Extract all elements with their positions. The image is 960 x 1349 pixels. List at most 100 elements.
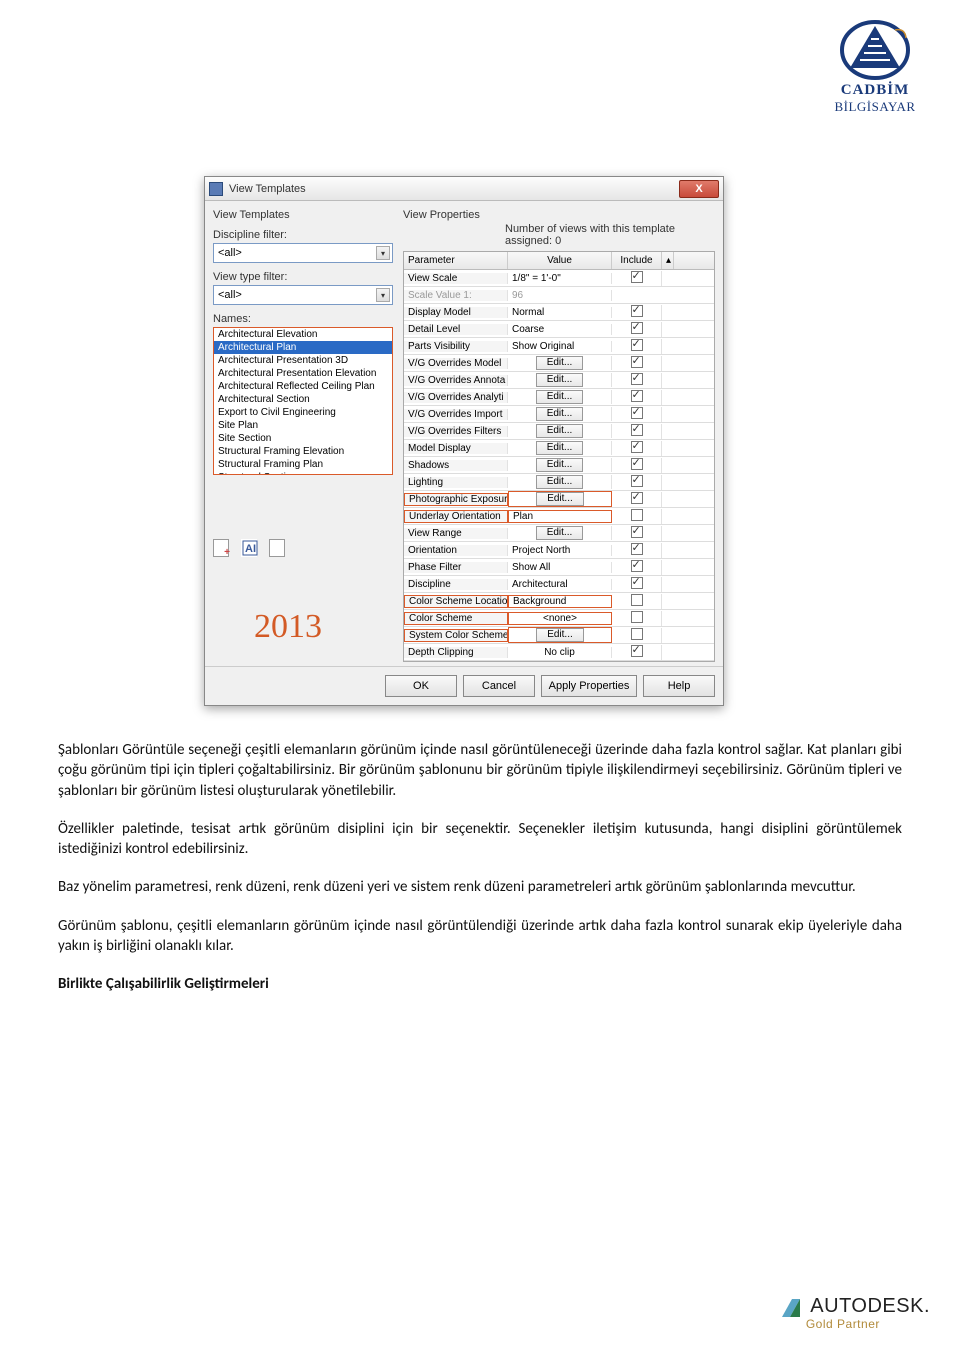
include-checkbox[interactable]: [631, 373, 643, 385]
value-cell[interactable]: Show All: [508, 562, 612, 573]
include-cell[interactable]: [612, 577, 662, 592]
edit-button[interactable]: Edit...: [536, 373, 584, 387]
delete-template-button[interactable]: AI: [241, 539, 257, 557]
include-cell[interactable]: [612, 492, 662, 507]
include-checkbox[interactable]: [631, 441, 643, 453]
edit-button[interactable]: Edit...: [536, 628, 584, 642]
value-cell[interactable]: Edit...: [508, 424, 612, 438]
include-checkbox[interactable]: [631, 356, 643, 368]
include-cell[interactable]: [612, 628, 662, 643]
include-checkbox[interactable]: [631, 458, 643, 470]
include-checkbox[interactable]: [631, 305, 643, 317]
value-cell[interactable]: Edit...: [508, 356, 612, 370]
list-item[interactable]: Structural Framing Plan: [214, 458, 392, 471]
value-cell[interactable]: 1/8" = 1'-0": [508, 273, 612, 284]
value-cell[interactable]: Edit...: [508, 491, 612, 507]
discipline-filter-combo[interactable]: <all> ▾: [213, 243, 393, 263]
include-cell[interactable]: [612, 305, 662, 320]
include-checkbox[interactable]: [631, 577, 643, 589]
include-cell[interactable]: [612, 339, 662, 354]
ok-button[interactable]: OK: [385, 675, 457, 697]
include-checkbox[interactable]: [631, 492, 643, 504]
value-cell[interactable]: Plan: [508, 510, 612, 523]
list-item[interactable]: Site Plan: [214, 419, 392, 432]
new-template-button[interactable]: [213, 539, 229, 557]
list-item[interactable]: Architectural Section: [214, 393, 392, 406]
edit-button[interactable]: Edit...: [536, 458, 584, 472]
value-cell[interactable]: Architectural: [508, 579, 612, 590]
value-cell[interactable]: Coarse: [508, 324, 612, 335]
list-item[interactable]: Structural Section: [214, 471, 392, 475]
include-cell[interactable]: [612, 475, 662, 490]
include-cell[interactable]: [612, 560, 662, 575]
edit-button[interactable]: Edit...: [536, 492, 584, 506]
include-cell[interactable]: [612, 271, 662, 286]
include-checkbox[interactable]: [631, 339, 643, 351]
include-cell[interactable]: [612, 373, 662, 388]
include-checkbox[interactable]: [631, 322, 643, 334]
value-cell[interactable]: Show Original: [508, 341, 612, 352]
value-cell[interactable]: Edit...: [508, 407, 612, 421]
value-cell[interactable]: Edit...: [508, 458, 612, 472]
include-checkbox[interactable]: [631, 424, 643, 436]
cancel-button[interactable]: Cancel: [463, 675, 535, 697]
include-checkbox[interactable]: [631, 271, 643, 283]
include-cell[interactable]: [612, 441, 662, 456]
edit-button[interactable]: Edit...: [536, 441, 584, 455]
value-cell[interactable]: 96: [508, 290, 612, 301]
include-cell[interactable]: [612, 543, 662, 558]
list-item[interactable]: Architectural Presentation Elevation: [214, 367, 392, 380]
include-cell[interactable]: [612, 645, 662, 660]
viewtype-filter-combo[interactable]: <all> ▾: [213, 285, 393, 305]
include-cell[interactable]: [612, 424, 662, 439]
edit-button[interactable]: Edit...: [536, 356, 584, 370]
include-checkbox[interactable]: [631, 543, 643, 555]
value-cell[interactable]: <none>: [508, 612, 612, 625]
apply-properties-button[interactable]: Apply Properties: [541, 675, 637, 697]
value-cell[interactable]: Edit...: [508, 627, 612, 643]
edit-button[interactable]: Edit...: [536, 424, 584, 438]
include-checkbox[interactable]: [631, 475, 643, 487]
value-cell[interactable]: Edit...: [508, 526, 612, 540]
edit-button[interactable]: Edit...: [536, 407, 584, 421]
include-checkbox[interactable]: [631, 611, 643, 623]
edit-button[interactable]: Edit...: [536, 475, 584, 489]
value-cell[interactable]: Edit...: [508, 441, 612, 455]
rename-template-button[interactable]: [269, 539, 285, 557]
value-cell[interactable]: Edit...: [508, 373, 612, 387]
value-cell[interactable]: Edit...: [508, 475, 612, 489]
help-button[interactable]: Help: [643, 675, 715, 697]
value-cell[interactable]: Normal: [508, 307, 612, 318]
close-button[interactable]: X: [679, 180, 719, 198]
list-item[interactable]: Architectural Plan: [214, 341, 392, 354]
value-cell[interactable]: No clip: [508, 647, 612, 658]
include-cell[interactable]: [612, 390, 662, 405]
include-cell[interactable]: [612, 407, 662, 422]
list-item[interactable]: Architectural Elevation: [214, 328, 392, 341]
include-checkbox[interactable]: [631, 509, 643, 521]
value-cell[interactable]: Project North: [508, 545, 612, 556]
include-cell[interactable]: [612, 509, 662, 524]
edit-button[interactable]: Edit...: [536, 526, 584, 540]
include-checkbox[interactable]: [631, 390, 643, 402]
include-cell[interactable]: [612, 322, 662, 337]
include-checkbox[interactable]: [631, 645, 643, 657]
include-cell[interactable]: [612, 458, 662, 473]
include-checkbox[interactable]: [631, 628, 643, 640]
list-item[interactable]: Export to Civil Engineering: [214, 406, 392, 419]
include-cell[interactable]: [612, 611, 662, 626]
list-item[interactable]: Site Section: [214, 432, 392, 445]
names-listbox[interactable]: Architectural ElevationArchitectural Pla…: [213, 327, 393, 475]
include-checkbox[interactable]: [631, 594, 643, 606]
edit-button[interactable]: Edit...: [536, 390, 584, 404]
include-checkbox[interactable]: [631, 560, 643, 572]
include-cell[interactable]: [612, 356, 662, 371]
list-item[interactable]: Structural Framing Elevation: [214, 445, 392, 458]
include-checkbox[interactable]: [631, 526, 643, 538]
include-checkbox[interactable]: [631, 407, 643, 419]
value-cell[interactable]: Edit...: [508, 390, 612, 404]
value-cell[interactable]: Background: [508, 595, 612, 608]
include-cell[interactable]: [612, 594, 662, 609]
include-cell[interactable]: [612, 526, 662, 541]
list-item[interactable]: Architectural Presentation 3D: [214, 354, 392, 367]
